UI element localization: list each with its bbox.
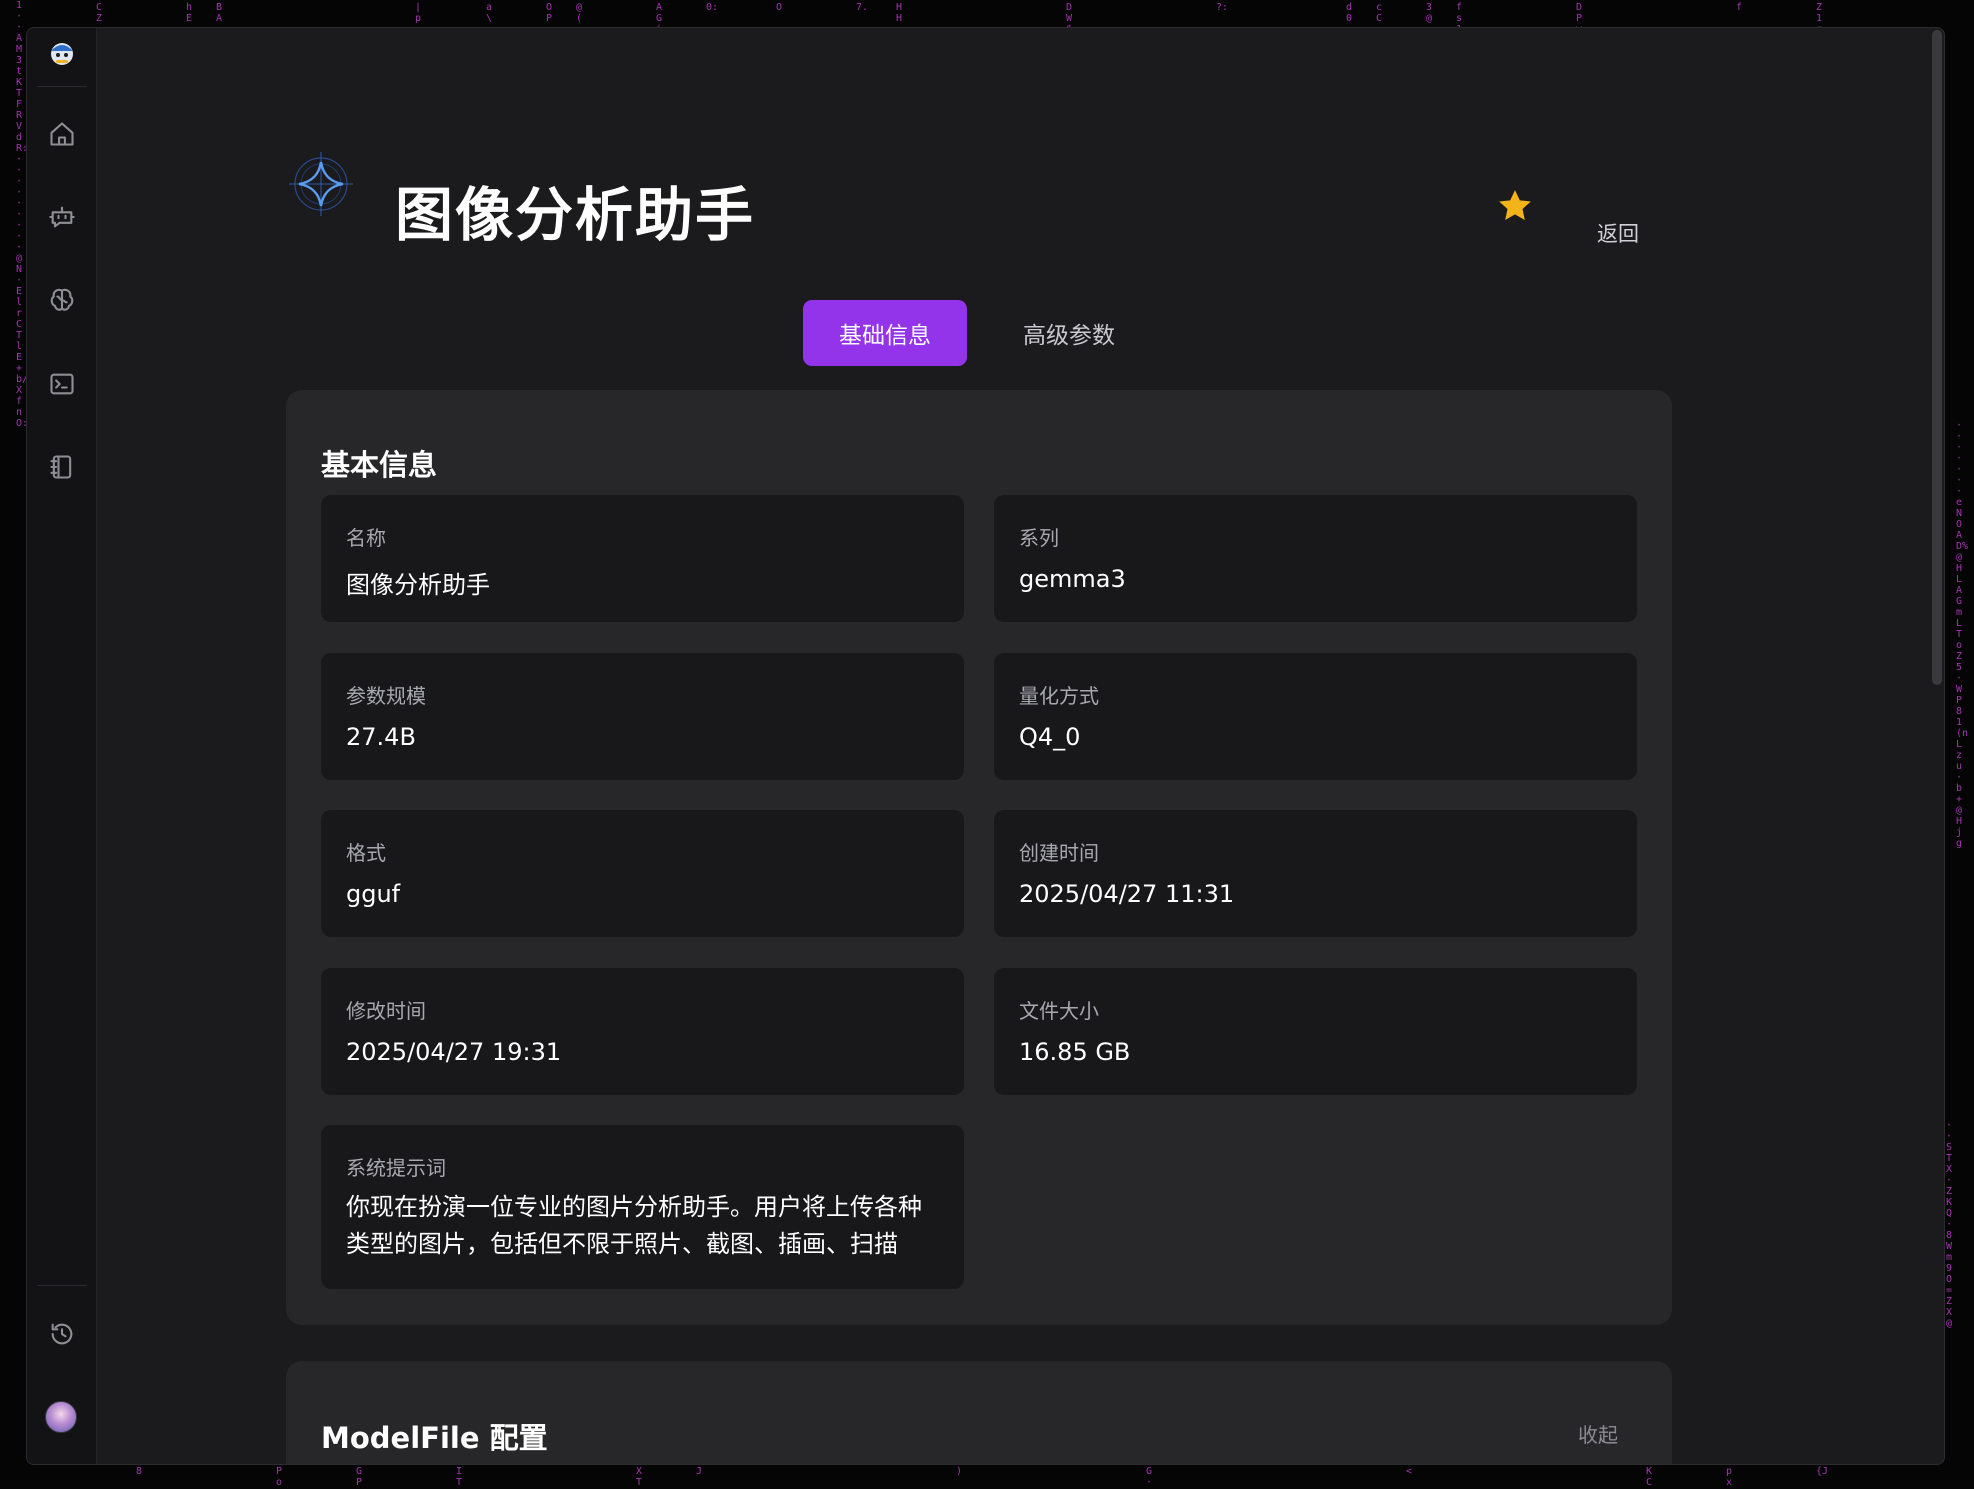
favorite-star-icon[interactable] xyxy=(1495,186,1535,226)
field-label: 修改时间 xyxy=(346,999,426,1023)
field-family: 系列 gemma3 xyxy=(994,495,1637,622)
field-system-prompt: 系统提示词 你现在扮演一位专业的图片分析助手。用户将上传各种类型的图片，包括但不… xyxy=(321,1125,964,1289)
field-value: 图像分析助手 xyxy=(346,571,490,599)
field-label: 创建时间 xyxy=(1019,841,1099,865)
section-title-basic-info: 基本信息 xyxy=(321,448,438,482)
field-label: 参数规模 xyxy=(346,684,426,708)
history-icon xyxy=(51,1323,73,1345)
sidebar-item-home[interactable] xyxy=(42,114,82,154)
field-label: 系统提示词 xyxy=(346,1156,446,1180)
terminal-icon xyxy=(50,373,74,395)
app-logo-icon[interactable] xyxy=(47,37,77,67)
page-title: 图像分析助手 xyxy=(395,181,756,249)
field-label: 格式 xyxy=(346,841,386,865)
field-format: 格式 gguf xyxy=(321,810,964,937)
sidebar xyxy=(27,28,97,1464)
basic-info-panel: 基本信息 名称 图像分析助手 系列 gemma3 参数规模 27.4B 量化方式… xyxy=(286,390,1672,1325)
field-label: 系列 xyxy=(1019,526,1059,550)
field-created-at: 创建时间 2025/04/27 11:31 xyxy=(994,810,1637,937)
field-value: 27.4B xyxy=(346,723,416,751)
sidebar-divider-bottom xyxy=(37,1285,87,1286)
field-label: 名称 xyxy=(346,526,386,550)
field-value: 16.85 GB xyxy=(1019,1038,1131,1066)
tab-advanced-params[interactable]: 高级参数 xyxy=(987,300,1151,366)
field-label: 量化方式 xyxy=(1019,684,1099,708)
field-value: 2025/04/27 11:31 xyxy=(1019,880,1235,908)
sparkle-icon xyxy=(289,152,353,216)
brain-icon xyxy=(50,288,74,311)
section-title-modelfile: ModelFile 配置 xyxy=(321,1421,548,1455)
field-parameter-size: 参数规模 27.4B xyxy=(321,653,964,780)
field-quantization: 量化方式 Q4_0 xyxy=(994,653,1637,780)
scrollbar-thumb[interactable] xyxy=(1932,30,1942,685)
notebook-icon xyxy=(50,455,72,479)
field-value: Q4_0 xyxy=(1019,723,1081,751)
field-value: 你现在扮演一位专业的图片分析助手。用户将上传各种类型的图片，包括但不限于照片、截… xyxy=(346,1193,922,1258)
field-name: 名称 图像分析助手 xyxy=(321,495,964,622)
field-modified-at: 修改时间 2025/04/27 19:31 xyxy=(321,968,964,1095)
back-button[interactable]: 返回 xyxy=(1597,218,1639,248)
user-avatar[interactable] xyxy=(45,1401,77,1433)
sidebar-item-terminal[interactable] xyxy=(42,364,82,404)
sidebar-divider-top xyxy=(37,86,87,87)
sidebar-item-history[interactable] xyxy=(42,1314,82,1354)
field-value: gguf xyxy=(346,880,401,908)
sidebar-item-notebook[interactable] xyxy=(42,447,82,487)
home-icon xyxy=(50,122,74,146)
field-label: 文件大小 xyxy=(1019,999,1099,1023)
sidebar-item-models[interactable] xyxy=(42,280,82,320)
collapse-button[interactable]: 收起 xyxy=(1578,1419,1618,1448)
robot-chat-icon xyxy=(49,206,75,228)
modelfile-panel: ModelFile 配置 收起 xyxy=(286,1361,1672,1464)
field-value: 2025/04/27 19:31 xyxy=(346,1038,562,1066)
tab-basic-info[interactable]: 基础信息 xyxy=(803,300,967,366)
sidebar-item-chat[interactable] xyxy=(42,197,82,237)
field-file-size: 文件大小 16.85 GB xyxy=(994,968,1637,1095)
field-value: gemma3 xyxy=(1019,565,1126,593)
app-window: 图像分析助手 返回 基础信息 高级参数 基本信息 名称 图像分析助手 系列 ge… xyxy=(26,27,1945,1465)
main-content: 图像分析助手 返回 基础信息 高级参数 基本信息 名称 图像分析助手 系列 ge… xyxy=(97,28,1930,1464)
